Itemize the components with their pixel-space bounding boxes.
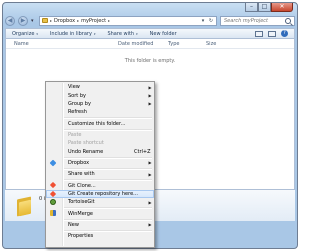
breadcrumb-separator: ▸ — [77, 18, 80, 23]
help-icon[interactable]: ? — [281, 30, 288, 37]
menu-item-customize[interactable]: Customize this folder... — [46, 119, 154, 127]
search-input[interactable] — [224, 17, 285, 24]
menu-item-paste[interactable]: Paste — [46, 131, 154, 139]
git-clone-icon — [49, 182, 57, 189]
maximize-button[interactable]: □ — [258, 3, 271, 12]
dropbox-icon — [49, 159, 57, 167]
window-controls: – □ ✕ — [245, 3, 293, 12]
empty-folder-message: This folder is empty. — [124, 58, 176, 64]
forward-button[interactable]: ▶ — [18, 15, 28, 26]
column-header-size[interactable]: Size — [206, 41, 216, 47]
folder-icon — [42, 18, 48, 23]
column-headers: Name Date modified Type Size — [6, 39, 294, 49]
search-icon[interactable] — [285, 17, 291, 24]
preview-pane-icon[interactable] — [268, 30, 276, 37]
address-row: ◀ ▶ ▾ ▸ Dropbox ▸ myProject ▸ ▾ ↻ — [5, 14, 295, 27]
menu-item-tortoisegit[interactable]: TortoiseGit ▶ — [46, 198, 154, 206]
menu-item-dropbox[interactable]: Dropbox ▶ — [46, 159, 154, 167]
view-options-icon[interactable] — [255, 30, 263, 37]
recent-pages-dropdown[interactable]: ▾ — [31, 18, 36, 24]
folder-icon — [17, 195, 31, 217]
git-create-icon — [49, 190, 57, 197]
menu-item-group-by[interactable]: Group by ▶ — [46, 100, 154, 108]
menu-item-refresh[interactable]: Refresh — [46, 108, 154, 116]
menu-item-sort-by[interactable]: Sort by ▶ — [46, 91, 154, 99]
menu-item-git-clone[interactable]: Git Clone... — [46, 181, 154, 189]
chevron-down-icon: ▾ — [136, 31, 138, 36]
breadcrumb-dropbox[interactable]: Dropbox — [54, 18, 75, 24]
tortoisegit-icon — [50, 199, 56, 206]
context-menu: View ▶ Sort by ▶ Group by ▶ Refresh Cust… — [45, 81, 155, 248]
menu-item-new[interactable]: New ▶ — [46, 221, 154, 229]
menu-item-view[interactable]: View ▶ — [46, 83, 154, 91]
winmerge-icon — [50, 210, 56, 217]
share-with-button[interactable]: Share with ▾ — [107, 31, 137, 37]
menu-item-undo-rename[interactable]: Undo Rename Ctrl+Z — [46, 147, 154, 155]
address-dropdown[interactable]: ▾ — [200, 18, 206, 24]
title-bar: – □ ✕ — [3, 3, 297, 14]
search-box[interactable] — [220, 15, 295, 26]
refresh-icon[interactable]: ↻ — [208, 18, 214, 24]
command-bar: Organize ▾ Include in library ▾ Share wi… — [5, 28, 295, 39]
chevron-down-icon: ▾ — [93, 31, 96, 36]
submenu-arrow-icon: ▶ — [148, 222, 152, 228]
new-folder-button[interactable]: New folder — [150, 31, 177, 37]
breadcrumb-separator: ▸ — [108, 18, 111, 23]
column-header-date[interactable]: Date modified — [118, 41, 153, 47]
shortcut-label: Ctrl+Z — [134, 148, 151, 155]
minimize-button[interactable]: – — [245, 3, 258, 12]
submenu-arrow-icon: ▶ — [148, 101, 152, 107]
submenu-arrow-icon: ▶ — [148, 199, 152, 205]
menu-item-winmerge[interactable]: WinMerge — [46, 209, 154, 217]
close-button[interactable]: ✕ — [271, 3, 293, 12]
menu-item-properties[interactable]: Properties — [46, 232, 154, 240]
back-button[interactable]: ◀ — [5, 15, 15, 26]
menu-item-git-create-repository[interactable]: Git Create repository here... — [46, 189, 154, 199]
menu-item-share-with[interactable]: Share with ▶ — [46, 170, 154, 178]
include-in-library-button[interactable]: Include in library ▾ — [50, 31, 96, 37]
submenu-arrow-icon: ▶ — [148, 93, 152, 99]
submenu-arrow-icon: ▶ — [148, 84, 152, 90]
column-header-type[interactable]: Type — [168, 41, 179, 47]
column-header-name[interactable]: Name — [14, 41, 29, 47]
submenu-arrow-icon: ▶ — [148, 171, 152, 177]
chevron-down-icon: ▾ — [36, 31, 38, 36]
breadcrumb-myproject[interactable]: myProject — [81, 18, 106, 24]
address-bar[interactable]: ▸ Dropbox ▸ myProject ▸ ▾ ↻ — [39, 15, 217, 26]
menu-item-paste-shortcut[interactable]: Paste shortcut — [46, 139, 154, 147]
organize-button[interactable]: Organize ▾ — [12, 31, 38, 37]
submenu-arrow-icon: ▶ — [148, 160, 152, 166]
breadcrumb-separator: ▸ — [50, 18, 53, 23]
